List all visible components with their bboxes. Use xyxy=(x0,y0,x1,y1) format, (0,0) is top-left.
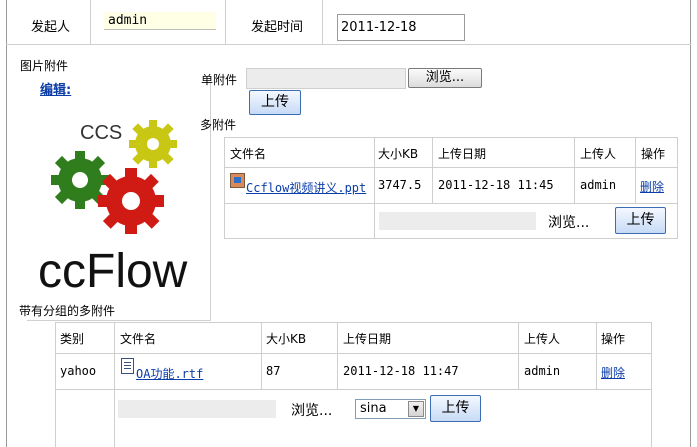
header-divider xyxy=(6,44,691,45)
multi-col-size: 大小KB xyxy=(378,147,419,161)
grouped-attachment-label: 带有分组的多附件 xyxy=(19,304,116,318)
image-attachment-label: 图片附件 xyxy=(20,59,69,73)
multi-col-sep xyxy=(374,137,375,239)
edit-link[interactable]: 编辑: xyxy=(40,79,71,98)
multi-col-uploader: 上传人 xyxy=(580,147,617,161)
grouped-delete-link[interactable]: 删除 xyxy=(601,364,625,381)
single-file-input[interactable] xyxy=(246,68,406,89)
grouped-col-sep xyxy=(596,322,597,389)
rtf-file-icon xyxy=(121,358,134,374)
right-border xyxy=(690,0,691,447)
multi-file-input[interactable] xyxy=(379,212,536,230)
multi-file-uploader: admin xyxy=(580,178,617,192)
multi-attachment-label: 多附件 xyxy=(200,118,237,132)
grouped-file-date: 2011-12-18 11:47 xyxy=(343,364,459,378)
grouped-col-action: 操作 xyxy=(601,332,626,346)
multi-col-sep xyxy=(635,137,636,203)
grouped-file-uploader: admin xyxy=(524,364,561,378)
multi-row-divider xyxy=(224,203,678,204)
multi-delete-link[interactable]: 删除 xyxy=(640,178,664,195)
category-select[interactable]: sina ▼ xyxy=(355,399,426,419)
header-sep-3 xyxy=(322,0,323,44)
start-time-field[interactable]: 2011-12-18 xyxy=(337,14,465,41)
grouped-browse-button[interactable]: 浏览... xyxy=(291,400,332,420)
multi-browse-button[interactable]: 浏览... xyxy=(548,212,589,232)
grouped-upload-button[interactable]: 上传 xyxy=(430,395,481,422)
multi-header-divider xyxy=(224,167,678,168)
red-gear-icon xyxy=(98,168,164,234)
grouped-col-size: 大小KB xyxy=(266,332,307,346)
header-sep-1 xyxy=(90,0,91,44)
grouped-col-sep xyxy=(114,322,115,447)
single-browse-button[interactable]: 浏览... xyxy=(408,68,482,88)
logo-ccs-text: CCS xyxy=(80,122,122,144)
grouped-col-uploader: 上传人 xyxy=(524,332,561,346)
multi-col-sep xyxy=(432,137,433,203)
grouped-row-divider xyxy=(55,389,652,390)
grouped-header-divider xyxy=(55,353,652,354)
grouped-file-link[interactable]: OA功能.rtf xyxy=(136,365,203,382)
ccflow-logo: CCS ccFlow xyxy=(36,115,201,298)
left-border xyxy=(6,0,7,447)
logo-ccflow-text: ccFlow xyxy=(38,245,188,295)
category-select-value: sina xyxy=(360,401,387,416)
multi-col-action: 操作 xyxy=(641,147,666,161)
header-sep-2 xyxy=(225,0,226,44)
single-attachment-label: 单附件 xyxy=(201,73,238,87)
single-upload-button[interactable]: 上传 xyxy=(249,90,301,115)
grouped-file-size: 87 xyxy=(266,364,281,378)
grouped-col-sep xyxy=(518,322,519,389)
multi-col-date: 上传日期 xyxy=(438,147,487,161)
chevron-down-icon[interactable]: ▼ xyxy=(408,401,424,417)
multi-upload-button[interactable]: 上传 xyxy=(615,207,666,234)
grouped-col-sep xyxy=(337,322,338,389)
grouped-col-date: 上传日期 xyxy=(343,332,392,346)
grouped-row-category: yahoo xyxy=(60,364,97,378)
multi-file-size: 3747.5 xyxy=(378,178,422,192)
multi-file-link[interactable]: Ccflow视频讲义.ppt xyxy=(246,179,366,196)
multi-col-filename: 文件名 xyxy=(230,147,267,161)
ppt-file-icon xyxy=(230,173,245,188)
initiator-field[interactable]: admin xyxy=(104,12,216,30)
start-time-label: 发起时间 xyxy=(251,20,304,35)
initiator-label: 发起人 xyxy=(31,20,71,35)
grouped-col-filename: 文件名 xyxy=(120,332,157,346)
multi-file-date: 2011-12-18 11:45 xyxy=(438,178,554,192)
multi-col-sep xyxy=(574,137,575,203)
grouped-col-sep xyxy=(261,322,262,389)
yellow-gear-icon xyxy=(129,120,177,168)
grouped-col-category: 类别 xyxy=(60,332,85,346)
grouped-file-input[interactable] xyxy=(118,400,276,418)
